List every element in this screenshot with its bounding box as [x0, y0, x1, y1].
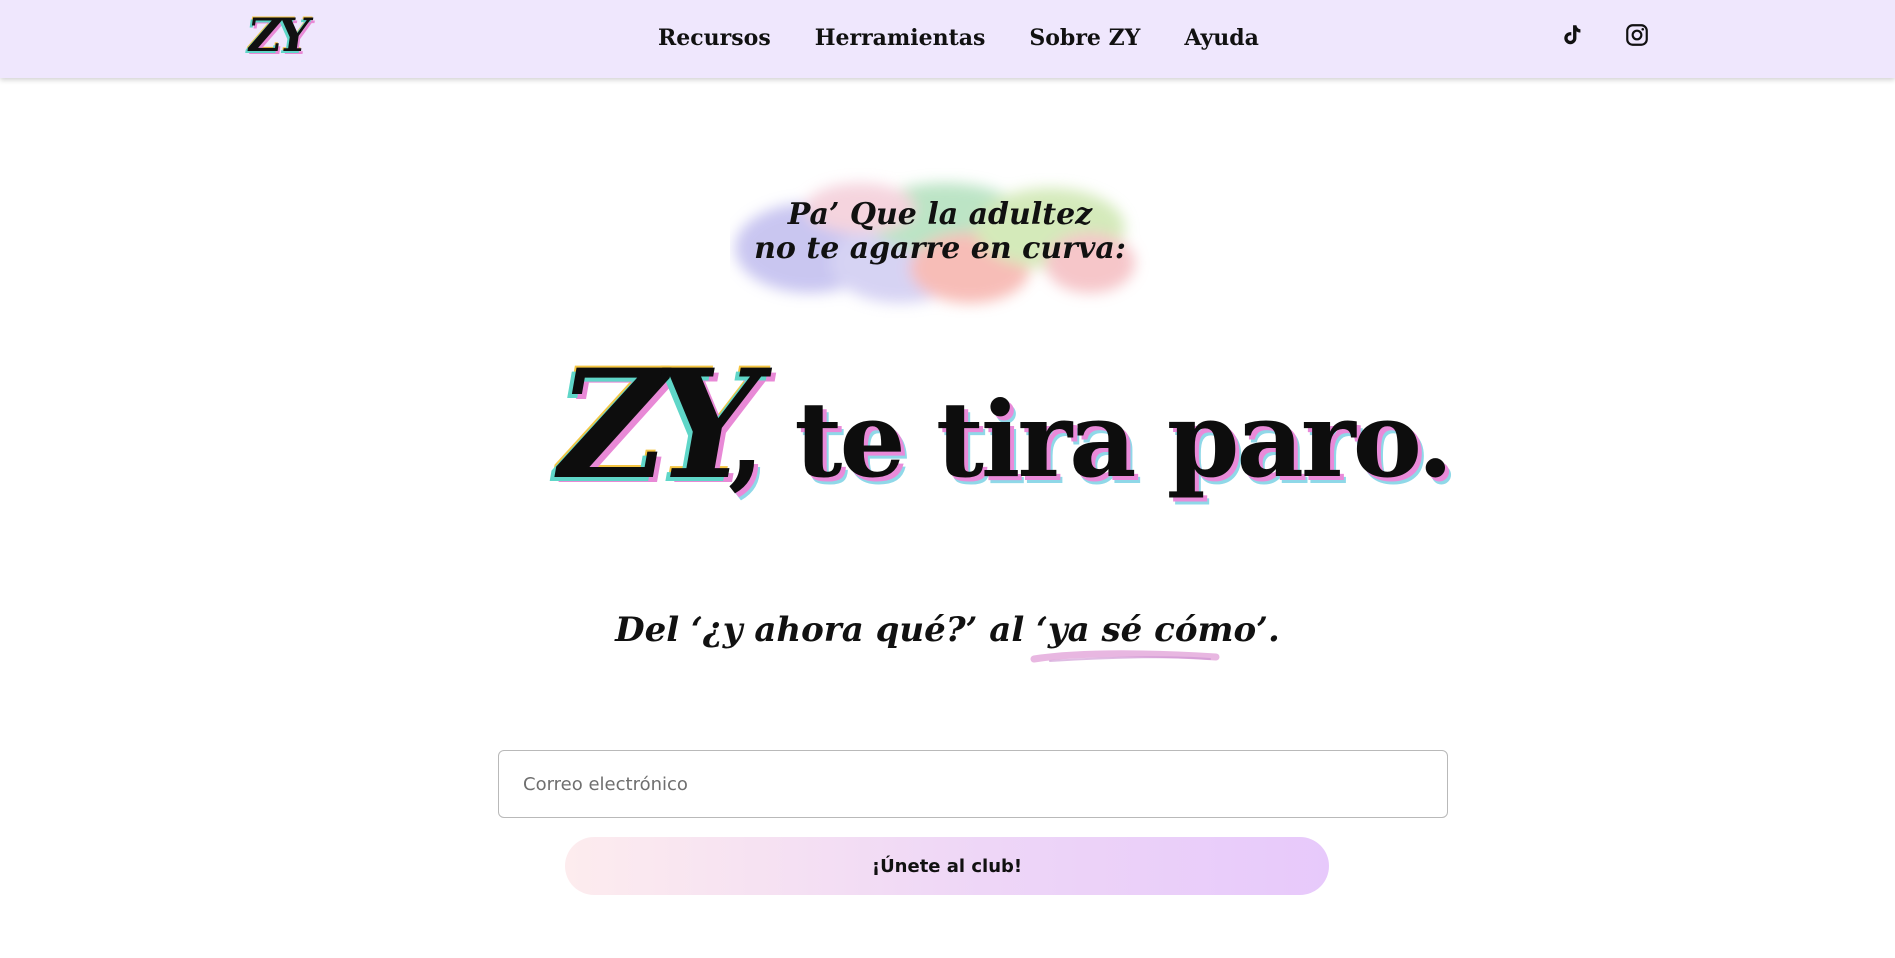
- tiktok-icon[interactable]: [1558, 22, 1584, 48]
- join-club-button[interactable]: ¡Únete al club!: [565, 837, 1329, 895]
- instagram-icon[interactable]: [1624, 22, 1650, 48]
- tagline-block: Pa’ Que la adultez no te agarre en curva…: [730, 168, 1150, 318]
- nav-link-sobre-zy[interactable]: Sobre ZY: [1029, 22, 1140, 54]
- tagline-line-1: Pa’ Que la adultez: [787, 197, 1093, 232]
- hero-subtitle: Del ‘¿y ahora qué?’ al ‘ya sé cómo’.: [615, 610, 1280, 650]
- hero-headline: ZY , te tira paro.: [542, 337, 1453, 513]
- underline-brush-stroke: [1030, 650, 1220, 663]
- nav-link-herramientas[interactable]: Herramientas: [815, 22, 986, 54]
- nav-link-ayuda[interactable]: Ayuda: [1184, 22, 1259, 54]
- main-nav: Recursos Herramientas Sobre ZY Ayuda: [658, 22, 1259, 54]
- zy-logo[interactable]: ZY: [244, 8, 323, 62]
- hero-headline-text: , te tira paro.: [728, 378, 1453, 501]
- email-field[interactable]: [498, 750, 1448, 818]
- top-navigation-bar: ZY Recursos Herramientas Sobre ZY Ayuda: [0, 0, 1895, 78]
- tagline-line-2: no te agarre en curva:: [754, 231, 1126, 266]
- tagline-text: Pa’ Que la adultez no te agarre en curva…: [730, 198, 1150, 266]
- nav-link-recursos[interactable]: Recursos: [658, 22, 771, 54]
